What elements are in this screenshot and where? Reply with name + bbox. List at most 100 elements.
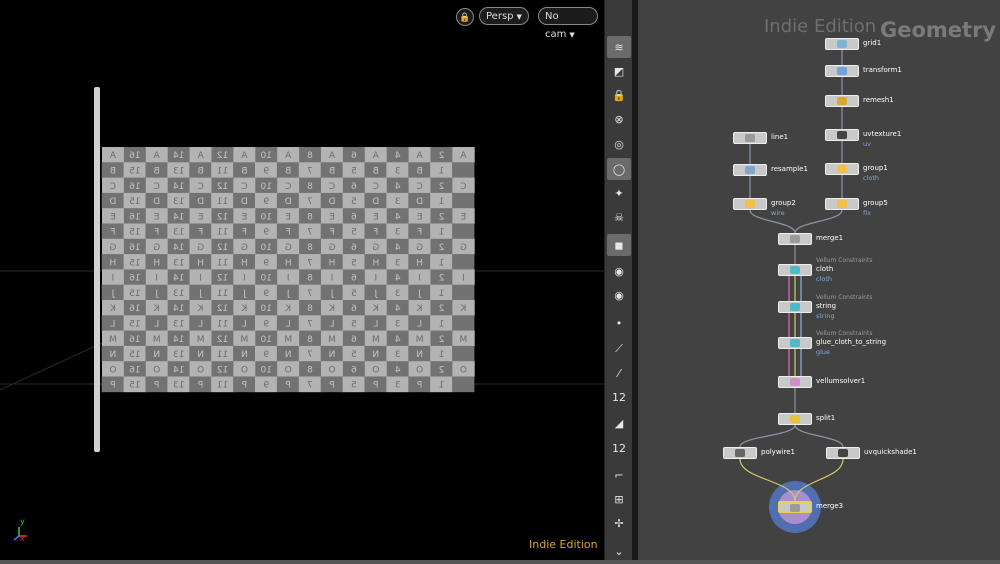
cloth-cell-label: N xyxy=(416,350,423,360)
cloth-cell-label: 9 xyxy=(263,289,269,299)
viewport-lock-button[interactable]: 🔒 xyxy=(456,8,474,26)
cloth-cell-label: 14 xyxy=(173,274,185,284)
cloth-cell-label: D xyxy=(153,197,160,207)
cloth-cell-label: 15 xyxy=(129,381,140,391)
snap-icon[interactable]: ✢ xyxy=(607,512,631,534)
display-options-icon[interactable]: ≋ xyxy=(607,36,631,58)
cloth-cell-label: 7 xyxy=(307,167,313,177)
node-merge1[interactable] xyxy=(778,233,812,245)
cloth-cell-label: P xyxy=(329,381,335,391)
cloth-cell-label: 5 xyxy=(351,350,357,360)
node-string[interactable] xyxy=(778,301,812,313)
cloth-cell xyxy=(452,254,475,270)
cloth-cell-label: B xyxy=(373,167,379,177)
cloth-cell-label: 9 xyxy=(263,319,269,329)
shading-icon[interactable]: ◎ xyxy=(607,133,631,155)
network-editor[interactable]: Indie Edition Geometry grid1 transform1 re… xyxy=(638,0,1000,560)
node-uvtexture1[interactable] xyxy=(825,129,859,141)
cloth-cell-label: 12 xyxy=(217,365,228,375)
node-type-icon xyxy=(745,200,755,208)
view-icon[interactable]: ◩ xyxy=(607,60,631,82)
cloth-cell-label: 12 xyxy=(217,304,228,314)
cloth-cell-label: 8 xyxy=(307,151,313,161)
edge-icon[interactable]: ⌐ xyxy=(607,464,631,486)
node-group1[interactable] xyxy=(825,163,859,175)
cloth-cell-label: I xyxy=(199,274,202,284)
point-number-icon[interactable]: 12 xyxy=(607,386,631,408)
visibility-eye-icon[interactable]: ◉ xyxy=(607,260,631,282)
cloth-cell-label: J xyxy=(287,289,291,299)
camera-menu[interactable]: No cam ▼ xyxy=(538,7,598,40)
cloth-cell-label: E xyxy=(197,212,203,222)
perspective-menu[interactable]: Persp ▼ xyxy=(479,7,529,25)
cloth-cell-label: 14 xyxy=(173,182,185,192)
cloth-cell-label: F xyxy=(242,228,247,238)
cloth-cell-label: D xyxy=(328,197,335,207)
cloth-cell-label: M xyxy=(284,335,292,345)
node-merge3[interactable] xyxy=(778,501,812,513)
cloth-cell-label: 2 xyxy=(439,365,445,375)
node-transform1[interactable] xyxy=(825,65,859,77)
cloth-cell-label: 10 xyxy=(260,335,272,345)
normal-icon[interactable]: ⟋ xyxy=(607,338,631,360)
node-line1[interactable] xyxy=(733,132,767,144)
lock-camera-icon[interactable]: 🔒 xyxy=(607,84,631,106)
cloth-cell-label: 11 xyxy=(217,167,228,177)
node-group5[interactable] xyxy=(825,198,859,210)
camera-icon[interactable]: ◼ xyxy=(607,234,631,256)
cloth-cell-label: 7 xyxy=(307,197,313,207)
node-type-icon xyxy=(745,166,755,174)
scroll-down-icon[interactable]: ⌄ xyxy=(607,540,631,562)
cloth-cell-label: 2 xyxy=(439,151,445,161)
cloth-cell-label: 7 xyxy=(307,381,313,391)
cloth-cell-label: B xyxy=(417,167,423,177)
ghost-eye-icon[interactable]: ◉ xyxy=(607,284,631,306)
node-label: remesh1 xyxy=(863,96,894,104)
cloth-cell-label: 12 xyxy=(217,335,228,345)
headlight-icon[interactable]: ✦ xyxy=(607,182,631,204)
point-icon[interactable]: • xyxy=(607,312,631,334)
cloth-cell-label: 8 xyxy=(307,243,313,253)
node-grid1[interactable] xyxy=(825,38,859,50)
cloth-cell-label: G xyxy=(109,243,116,253)
cloth-cell-label: M xyxy=(197,335,205,345)
node-uvquickshade1[interactable] xyxy=(826,447,860,459)
node-glue[interactable] xyxy=(778,337,812,349)
skull-icon[interactable]: ☠ xyxy=(607,206,631,228)
cloth-cell-label: M xyxy=(328,335,336,345)
point-normal-icon[interactable]: ⁄ xyxy=(607,362,631,384)
cloth-cell-label: E xyxy=(154,212,160,222)
node-label: group2 xyxy=(771,199,796,207)
light-icon[interactable]: ◯ xyxy=(607,158,631,180)
cloth-cell-label: M xyxy=(153,335,161,345)
node-label: uvtexture1 xyxy=(863,130,902,138)
node-group2[interactable] xyxy=(733,198,767,210)
cloth-cell-label: 3 xyxy=(395,228,401,238)
node-label: cloth xyxy=(816,265,834,273)
grid-select-icon[interactable]: ⊞ xyxy=(607,488,631,510)
cloth-cell-label: 10 xyxy=(260,243,272,253)
primitive-number-icon[interactable]: 12 xyxy=(607,437,631,459)
cloth-cell-label: 6 xyxy=(351,274,357,284)
close-icon[interactable]: ⊗ xyxy=(607,108,631,130)
cloth-cell-label: 7 xyxy=(307,289,313,299)
cloth-cell-label: 3 xyxy=(395,350,401,360)
cloth-cell-label: 13 xyxy=(173,197,184,207)
cloth-cell-label: P xyxy=(197,381,203,391)
cloth-cell-label: O xyxy=(285,365,292,375)
scene-viewport[interactable]: A 16 A 14 A 12 A 10 A 8 A 6 A 4 A 2 A B 15 B 13 B 11 B 9 B 7 B 5 B 3 B 1… xyxy=(0,0,604,560)
node-split1[interactable] xyxy=(778,413,812,425)
cloth-cell-label: O xyxy=(372,365,379,375)
node-cloth[interactable] xyxy=(778,264,812,276)
cloth-cell-label: 6 xyxy=(351,212,357,222)
node-polywire1[interactable] xyxy=(723,447,757,459)
cloth-cell-label: 11 xyxy=(217,350,228,360)
node-label: split1 xyxy=(816,414,836,422)
node-resample1[interactable] xyxy=(733,164,767,176)
node-remesh1[interactable] xyxy=(825,95,859,107)
cloth-cell-label: C xyxy=(460,182,466,192)
node-vellumsolver1[interactable] xyxy=(778,376,812,388)
cloth-cell-label: D xyxy=(109,197,116,207)
cloth-cell-label: I xyxy=(418,274,421,284)
primitive-icon[interactable]: ◢ xyxy=(607,412,631,434)
